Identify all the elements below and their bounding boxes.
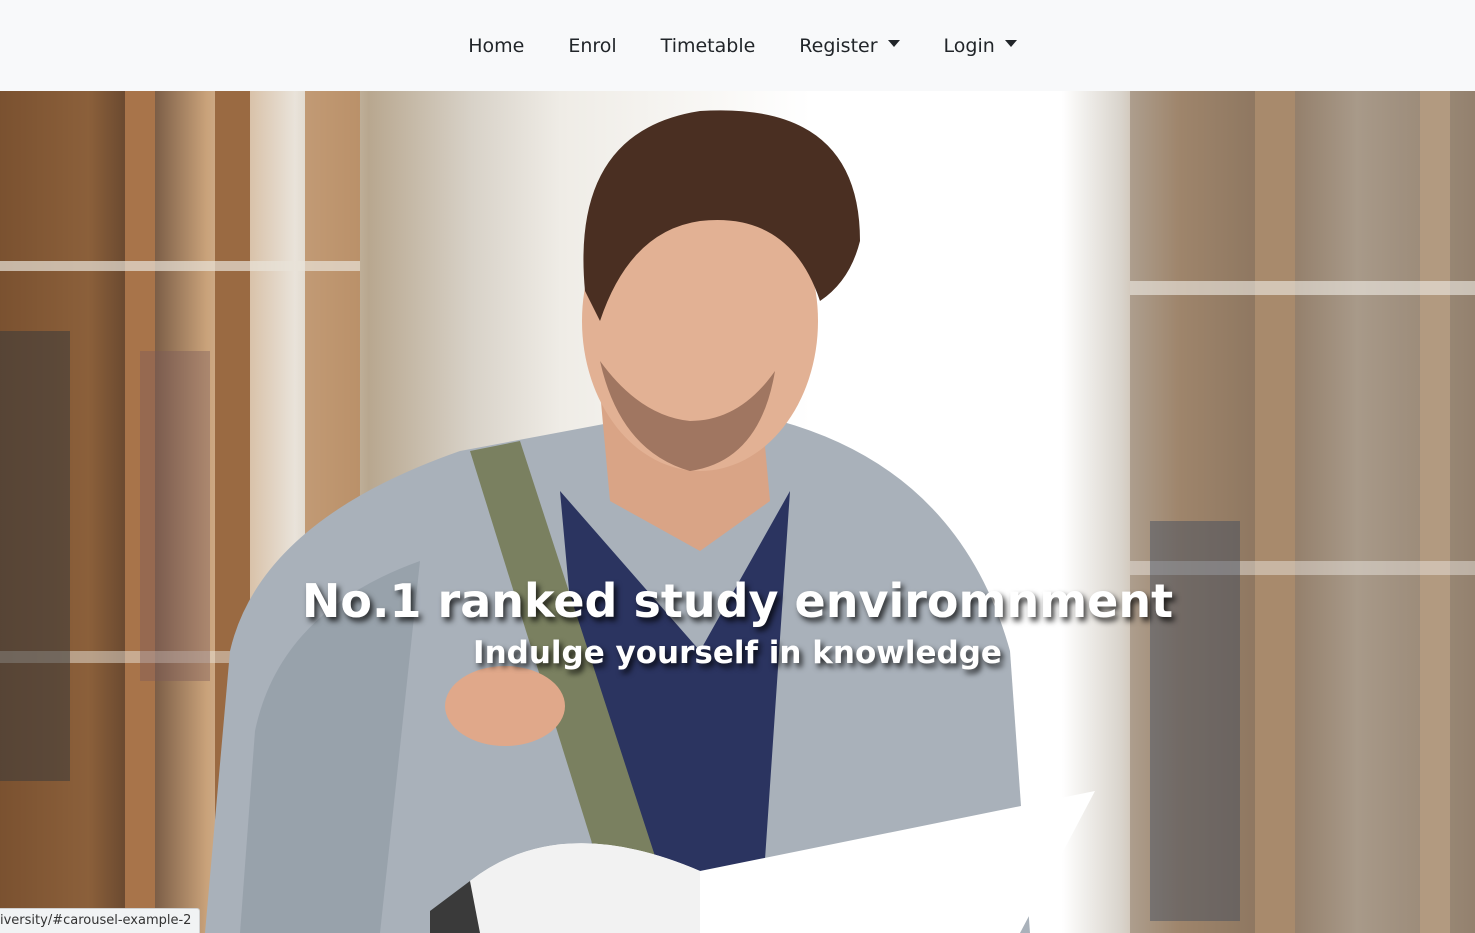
caret-down-icon bbox=[1004, 40, 1017, 47]
nav-item-enrol[interactable]: Enrol bbox=[546, 35, 638, 57]
hero-image bbox=[0, 91, 1475, 933]
nav-item-label: Register bbox=[799, 34, 878, 57]
nav-item-label: Enrol bbox=[568, 34, 617, 57]
nav-item-label: Login bbox=[943, 34, 995, 57]
top-navbar: Home Enrol Timetable Register Login bbox=[0, 0, 1475, 91]
nav-item-home[interactable]: Home bbox=[446, 35, 546, 57]
carousel-subtitle: Indulge yourself in knowledge bbox=[473, 635, 1002, 671]
carousel-title: No.1 ranked study enviromnment bbox=[301, 574, 1174, 628]
browser-status-url: iversity/#carousel-example-2 bbox=[0, 908, 201, 933]
caret-down-icon bbox=[887, 40, 900, 47]
nav-menu: Home Enrol Timetable Register Login bbox=[446, 35, 1039, 57]
nav-item-label: Timetable bbox=[660, 34, 756, 57]
nav-item-register-dropdown[interactable]: Register bbox=[777, 35, 921, 57]
nav-item-login-dropdown[interactable]: Login bbox=[922, 35, 1039, 57]
carousel-slide[interactable]: No.1 ranked study enviromnment Indulge y… bbox=[0, 91, 1475, 933]
carousel-caption: No.1 ranked study enviromnment Indulge y… bbox=[0, 571, 1475, 675]
nav-item-label: Home bbox=[468, 34, 525, 57]
nav-item-timetable[interactable]: Timetable bbox=[639, 35, 778, 57]
